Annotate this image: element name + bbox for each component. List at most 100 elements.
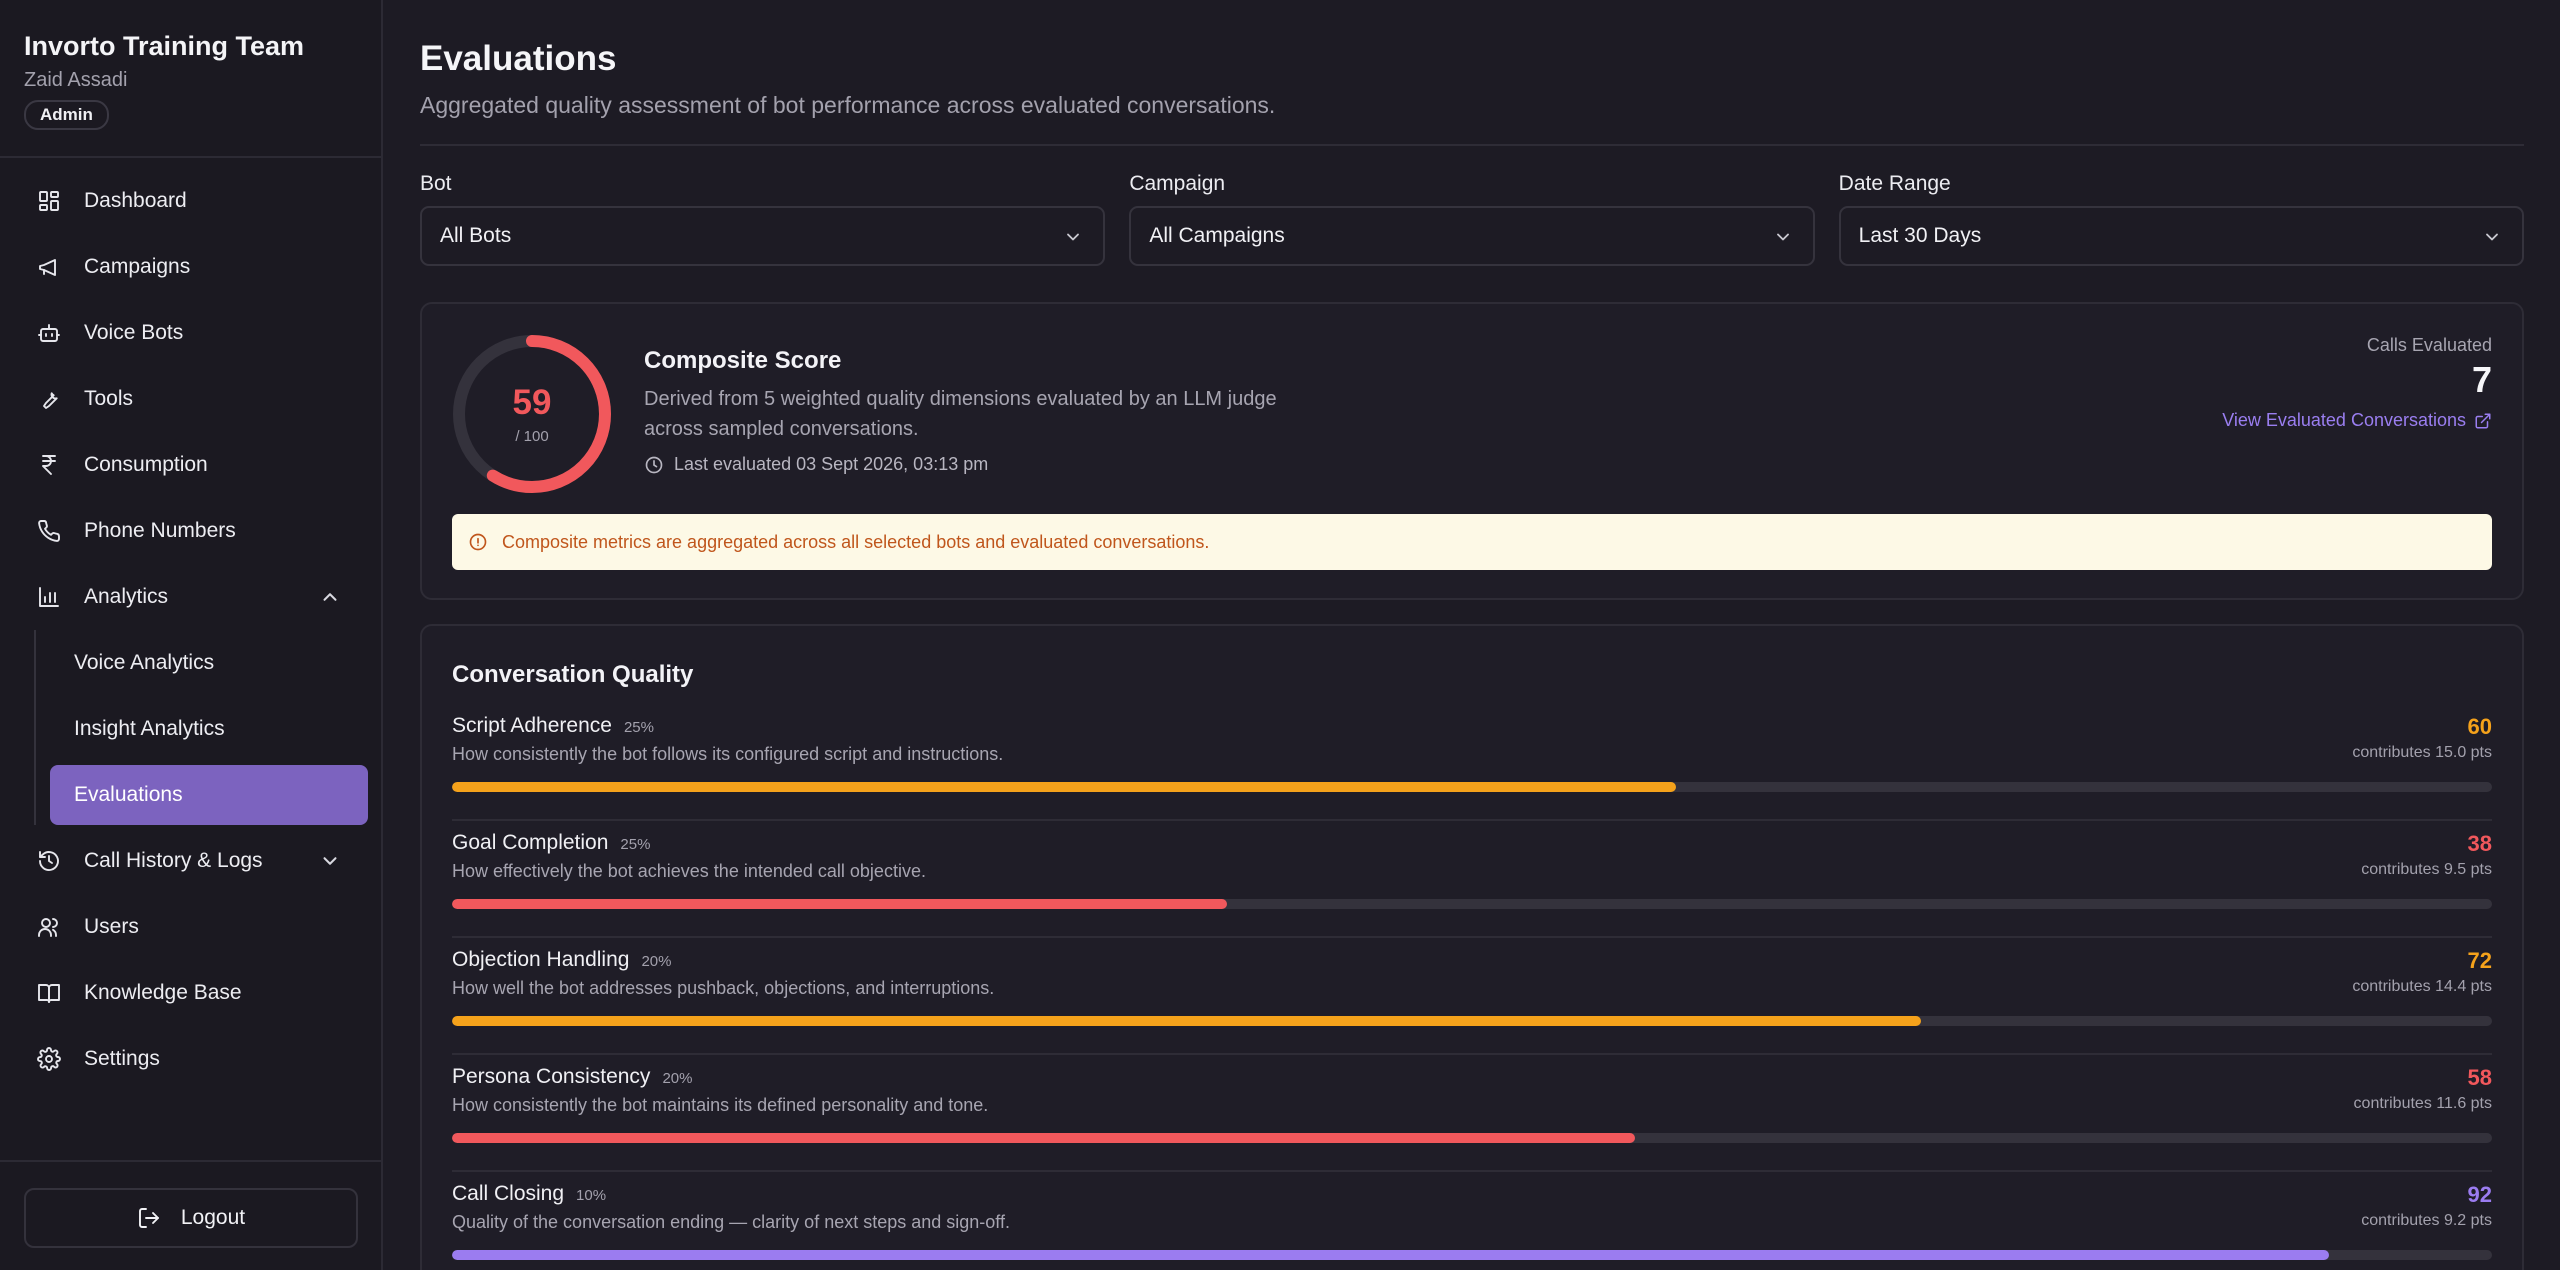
quality-dimensions: Script Adherence 25% How consistently the… [452,704,2492,1270]
sidebar-footer: Logout [0,1160,381,1270]
last-evaluated: Last evaluated 03 Sept 2026, 03:13 pm [644,454,1304,475]
sidebar-item-label: Voice Bots [84,321,184,344]
rupee-icon [36,452,62,478]
page-subtitle: Aggregated quality assessment of bot per… [420,92,1276,118]
sidebar-item-label: Analytics [84,585,169,608]
dimension-weight: 25% [623,719,654,736]
dimension-progress-fill [452,899,1228,909]
composite-score-card: 59 / 100 Composite Score Derived from 5 … [420,302,2524,600]
sidebar-item-analytics[interactable]: Analytics [0,564,381,630]
dimension-progress-fill [452,1250,2329,1260]
view-evaluated-conversations-link[interactable]: View Evaluated Conversations [2222,410,2492,431]
sidebar-item-label: Dashboard [84,189,187,212]
sidebar-item-label: Call History & Logs [84,849,263,872]
dimension-progress-track [452,1016,2492,1026]
composite-title: Composite Score [644,347,842,374]
book-icon [36,980,62,1006]
divider [420,144,2524,146]
dimension-objection-handling: Objection Handling 20% How well the bot a… [452,938,2492,1055]
dimension-contribution: contributes 11.6 pts [2353,1095,2492,1112]
view-link-label: View Evaluated Conversations [2222,410,2466,430]
phone-icon [36,518,62,544]
sidebar-item-voice-analytics[interactable]: Voice Analytics [50,630,381,696]
dimension-name: Objection Handling [452,948,630,971]
dimension-name: Call Closing [452,1182,565,1205]
sidebar-item-users[interactable]: Users [0,894,381,960]
bar-chart-icon [36,584,62,610]
dimension-script-adherence: Script Adherence 25% How consistently the… [452,704,2492,821]
calls-evaluated-label: Calls Evaluated [2366,335,2492,355]
date-range-select-value: Last 30 Days [1858,224,1982,247]
logout-button[interactable]: Logout [24,1188,358,1248]
score-ring: 59 / 100 [452,334,612,494]
page-title: Evaluations [420,39,617,78]
history-icon [36,848,62,874]
sidebar-item-evaluations[interactable]: Evaluations [50,765,368,825]
sidebar-item-label: Settings [84,1047,160,1070]
sidebar-item-dashboard[interactable]: Dashboard [0,168,381,234]
conversation-quality-card: Conversation Quality Script Adherence 25%… [420,624,2524,1270]
dimension-description: How effectively the bot achieves the int… [452,861,926,881]
dimension-weight: 20% [641,953,672,970]
dimension-name: Script Adherence [452,714,612,737]
sidebar-item-tools[interactable]: Tools [0,366,381,432]
sidebar-item-voice-bots[interactable]: Voice Bots [0,300,381,366]
sidebar-item-call-history[interactable]: Call History & Logs [0,828,381,894]
analytics-subnav: Voice Analytics Insight Analytics Evalua… [34,630,381,825]
composite-score-max: / 100 [515,427,549,445]
dimension-description: Quality of the conversation ending — cla… [452,1212,1010,1232]
sidebar-item-label: Knowledge Base [84,981,242,1004]
campaign-select[interactable]: All Campaigns [1129,206,1815,266]
user-name: Zaid Assadi [24,69,128,91]
sidebar-item-consumption[interactable]: Consumption [0,432,381,498]
dimension-score: 38 [2467,831,2492,856]
gear-icon [36,1046,62,1072]
sidebar-item-label: Consumption [84,453,208,476]
sidebar-item-insight-analytics[interactable]: Insight Analytics [50,696,381,762]
logout-label: Logout [180,1206,246,1229]
megaphone-icon [36,254,62,280]
dimension-name: Persona Consistency [452,1065,651,1088]
dimension-contribution: contributes 14.4 pts [2352,978,2492,995]
sidebar-item-phone-numbers[interactable]: Phone Numbers [0,498,381,564]
dimension-progress-track [452,1133,2492,1143]
date-range-select[interactable]: Last 30 Days [1838,206,2524,266]
chevron-down-icon[interactable] [319,850,341,872]
sidebar-item-label: Tools [84,387,134,410]
sidebar-item-campaigns[interactable]: Campaigns [0,234,381,300]
chevron-down-icon [1067,233,1080,241]
dimension-weight: 25% [620,836,651,853]
date-range-filter-label: Date Range [1838,172,1951,195]
sidebar-item-knowledge-base[interactable]: Knowledge Base [0,960,381,1026]
dashboard-icon [36,188,62,214]
dimension-progress-fill [452,782,1676,792]
composite-score-value: 59 [512,382,552,422]
notice-text: Composite metrics are aggregated across … [502,531,1210,552]
sidebar-item-settings[interactable]: Settings [0,1026,381,1092]
sidebar-header: Invorto Training Team Zaid Assadi Admin [0,0,381,158]
dimension-score: 72 [2467,948,2492,973]
bot-select[interactable]: All Bots [420,206,1106,266]
dimension-progress-track [452,899,2492,909]
chevron-up-icon[interactable] [319,586,341,608]
sidebar: Invorto Training Team Zaid Assadi Admin … [0,0,383,1270]
dimension-progress-track [452,1250,2492,1260]
date-range-filter: Date Range Last 30 Days [1838,172,2524,266]
bot-select-value: All Bots [440,224,512,247]
role-badge: Admin [24,100,109,130]
main-content: Evaluations Aggregated quality assessmen… [383,0,2560,1270]
campaign-filter-label: Campaign [1129,172,1226,195]
dimension-contribution: contributes 9.5 pts [2361,861,2492,878]
campaign-filter: Campaign All Campaigns [1129,172,1815,266]
wrench-icon [36,386,62,412]
dimension-contribution: contributes 15.0 pts [2352,744,2492,761]
clock-icon [645,456,663,473]
sidebar-item-label: Users [84,915,139,938]
dimension-description: How consistently the bot follows its con… [452,744,1004,764]
dimension-call-closing: Call Closing 10% Quality of the conversat… [452,1172,2492,1270]
calls-evaluated: Calls Evaluated 7 View Evaluated Convers… [2222,334,2492,431]
dimension-progress-fill [452,1016,1921,1026]
dimension-score: 92 [2467,1182,2492,1207]
dimension-name: Goal Completion [452,831,609,854]
dimension-description: How consistently the bot maintains its d… [452,1095,989,1115]
